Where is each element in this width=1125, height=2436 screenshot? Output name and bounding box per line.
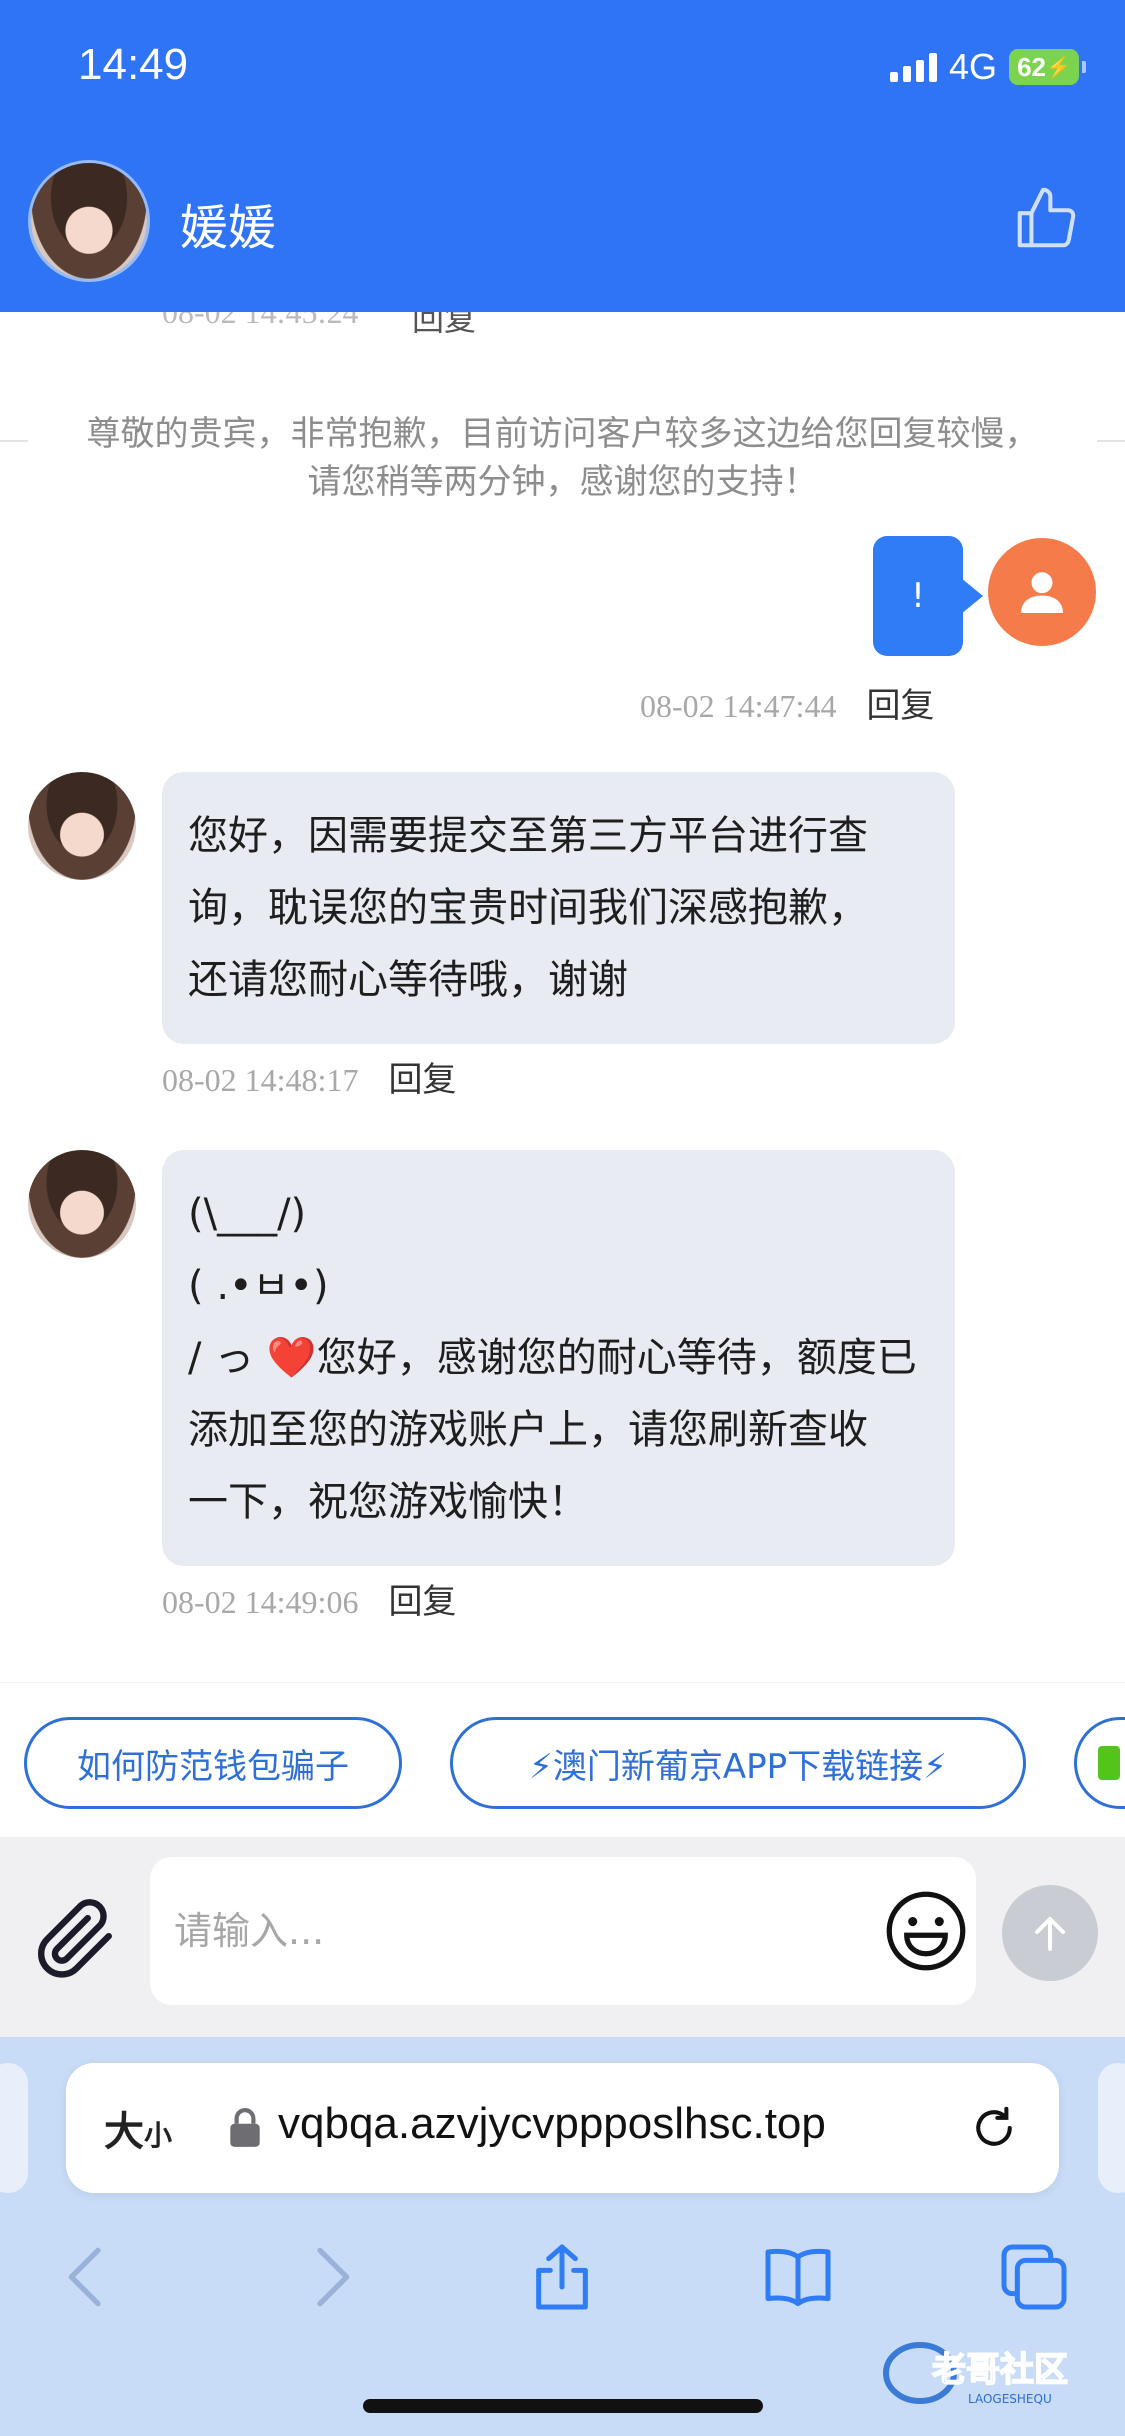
quick-reply-chip[interactable]: 如何防范钱包骗子 (24, 1717, 402, 1809)
chat-area[interactable]: 08-02 14:45:24 回复 尊敬的贵宾，非常抱歉，目前访问客户较多这边给… (0, 312, 1125, 1682)
battery-icon: 62 ⚡ (1009, 49, 1086, 85)
share-icon[interactable] (522, 2237, 602, 2317)
message-line: 您好，因需要提交至第三方平台进行查 (188, 813, 868, 859)
network-type: 4G (948, 46, 997, 87)
reply-link[interactable]: 回复 (866, 678, 934, 727)
message-line: 一下，祝您游戏愉快！ (188, 1479, 588, 1525)
message-line: ( .•ㅂ•) (188, 1263, 329, 1309)
watermark-logo: 老哥社区 LAOGESHEQU (883, 2342, 1069, 2406)
kaomoji-hand: / っ (188, 1335, 255, 1381)
chat-header: 14:49 4G 62 ⚡ 媛媛 (0, 0, 1125, 312)
contact-name: 媛媛 (180, 200, 277, 256)
tabs-icon[interactable] (994, 2237, 1074, 2317)
message-input[interactable] (150, 1857, 976, 2005)
previous-tab-preview[interactable] (0, 2063, 28, 2193)
message-input-bar (0, 1837, 1125, 2037)
home-indicator (363, 2399, 763, 2413)
message-text: 您好，感谢您的耐心等待，额度已 (316, 1335, 917, 1381)
heart-icon: ❤️ (266, 1335, 317, 1381)
battery-level: 62 (1017, 51, 1046, 82)
forward-icon[interactable] (290, 2237, 370, 2317)
reply-link[interactable]: 回复 (388, 1052, 456, 1101)
next-tab-preview[interactable] (1098, 2063, 1125, 2193)
contact-avatar[interactable] (28, 160, 150, 282)
status-time: 14:49 (78, 40, 189, 89)
divider (1097, 440, 1125, 442)
text-size-button[interactable]: 大小 (104, 2099, 172, 2157)
quick-reply-bar[interactable]: 如何防范钱包骗子 ⚡澳门新葡京APP下载链接⚡ (0, 1682, 1125, 1837)
paperclip-icon[interactable] (30, 1893, 120, 1983)
lock-icon (230, 2108, 260, 2147)
browser-toolbar: 大小 vqbqa.azvjycvppposlhsc.top 老哥社区 LAOGE… (0, 2037, 1125, 2436)
message-line: (\___/) (188, 1191, 307, 1237)
message-time: 08-02 14:47:44 (640, 688, 837, 724)
system-notice: 尊敬的贵宾，非常抱歉，目前访问客户较多这边给您回复较慢，请您稍等两分钟，感谢您的… (86, 414, 1039, 502)
reply-link[interactable]: 回复 (388, 1574, 456, 1623)
emoji-icon[interactable] (884, 1889, 968, 1973)
message-line: / っ ❤️您好，感谢您的耐心等待，额度已 (188, 1322, 929, 1394)
arrow-up-icon (1035, 1917, 1065, 1951)
thumbs-up-icon[interactable] (1011, 184, 1081, 254)
back-icon[interactable] (48, 2237, 128, 2317)
message-meta: 08-02 14:48:17 回复 (162, 1052, 456, 1101)
person-icon (1021, 572, 1063, 613)
message-line: 添加至您的游戏账户上，请您刷新查收 (188, 1407, 868, 1453)
agent-message-bubble: 您好，因需要提交至第三方平台进行查 询，耽误您的宝贵时间我们深感抱歉， 还请您耐… (162, 772, 955, 1044)
url-text: vqbqa.azvjycvppposlhsc.top (278, 2099, 826, 2148)
agent-message-bubble: (\___/) ( .•ㅂ•) / っ ❤️您好，感谢您的耐心等待，额度已 添加… (162, 1150, 955, 1566)
message-line: 还请您耐心等待哦，谢谢 (188, 957, 628, 1003)
svg-text:LAOGESHEQU: LAOGESHEQU (968, 2392, 1052, 2406)
message-time: 08-02 14:49:06 (162, 1584, 359, 1620)
message-meta: 08-02 14:47:44 回复 (640, 678, 934, 727)
bookmarks-icon[interactable] (758, 2237, 838, 2317)
address-bar[interactable]: 大小 vqbqa.azvjycvppposlhsc.top (66, 2063, 1059, 2193)
message-time: 08-02 14:48:17 (162, 1062, 359, 1098)
quick-reply-chip[interactable]: ⚡澳门新葡京APP下载链接⚡ (450, 1717, 1026, 1809)
message-meta: 08-02 14:49:06 回复 (162, 1574, 456, 1623)
message-time: 08-02 14:45:24 (162, 312, 359, 330)
message-line: 询，耽误您的宝贵时间我们深感抱歉， (188, 885, 868, 931)
user-avatar (988, 538, 1096, 646)
send-button[interactable] (1002, 1885, 1098, 1981)
user-message-text: ! (911, 576, 925, 616)
reload-icon[interactable] (967, 2101, 1021, 2155)
agent-avatar (28, 1150, 136, 1258)
status-indicators: 4G 62 ⚡ (889, 46, 1086, 88)
quick-reply-chip[interactable] (1074, 1717, 1125, 1809)
svg-text:老哥社区: 老哥社区 (932, 2350, 1068, 2390)
user-message-bubble: ! (873, 536, 983, 656)
divider (0, 440, 28, 442)
reply-link[interactable]: 回复 (412, 312, 476, 340)
agent-avatar (28, 772, 136, 880)
signal-icon (889, 52, 937, 82)
